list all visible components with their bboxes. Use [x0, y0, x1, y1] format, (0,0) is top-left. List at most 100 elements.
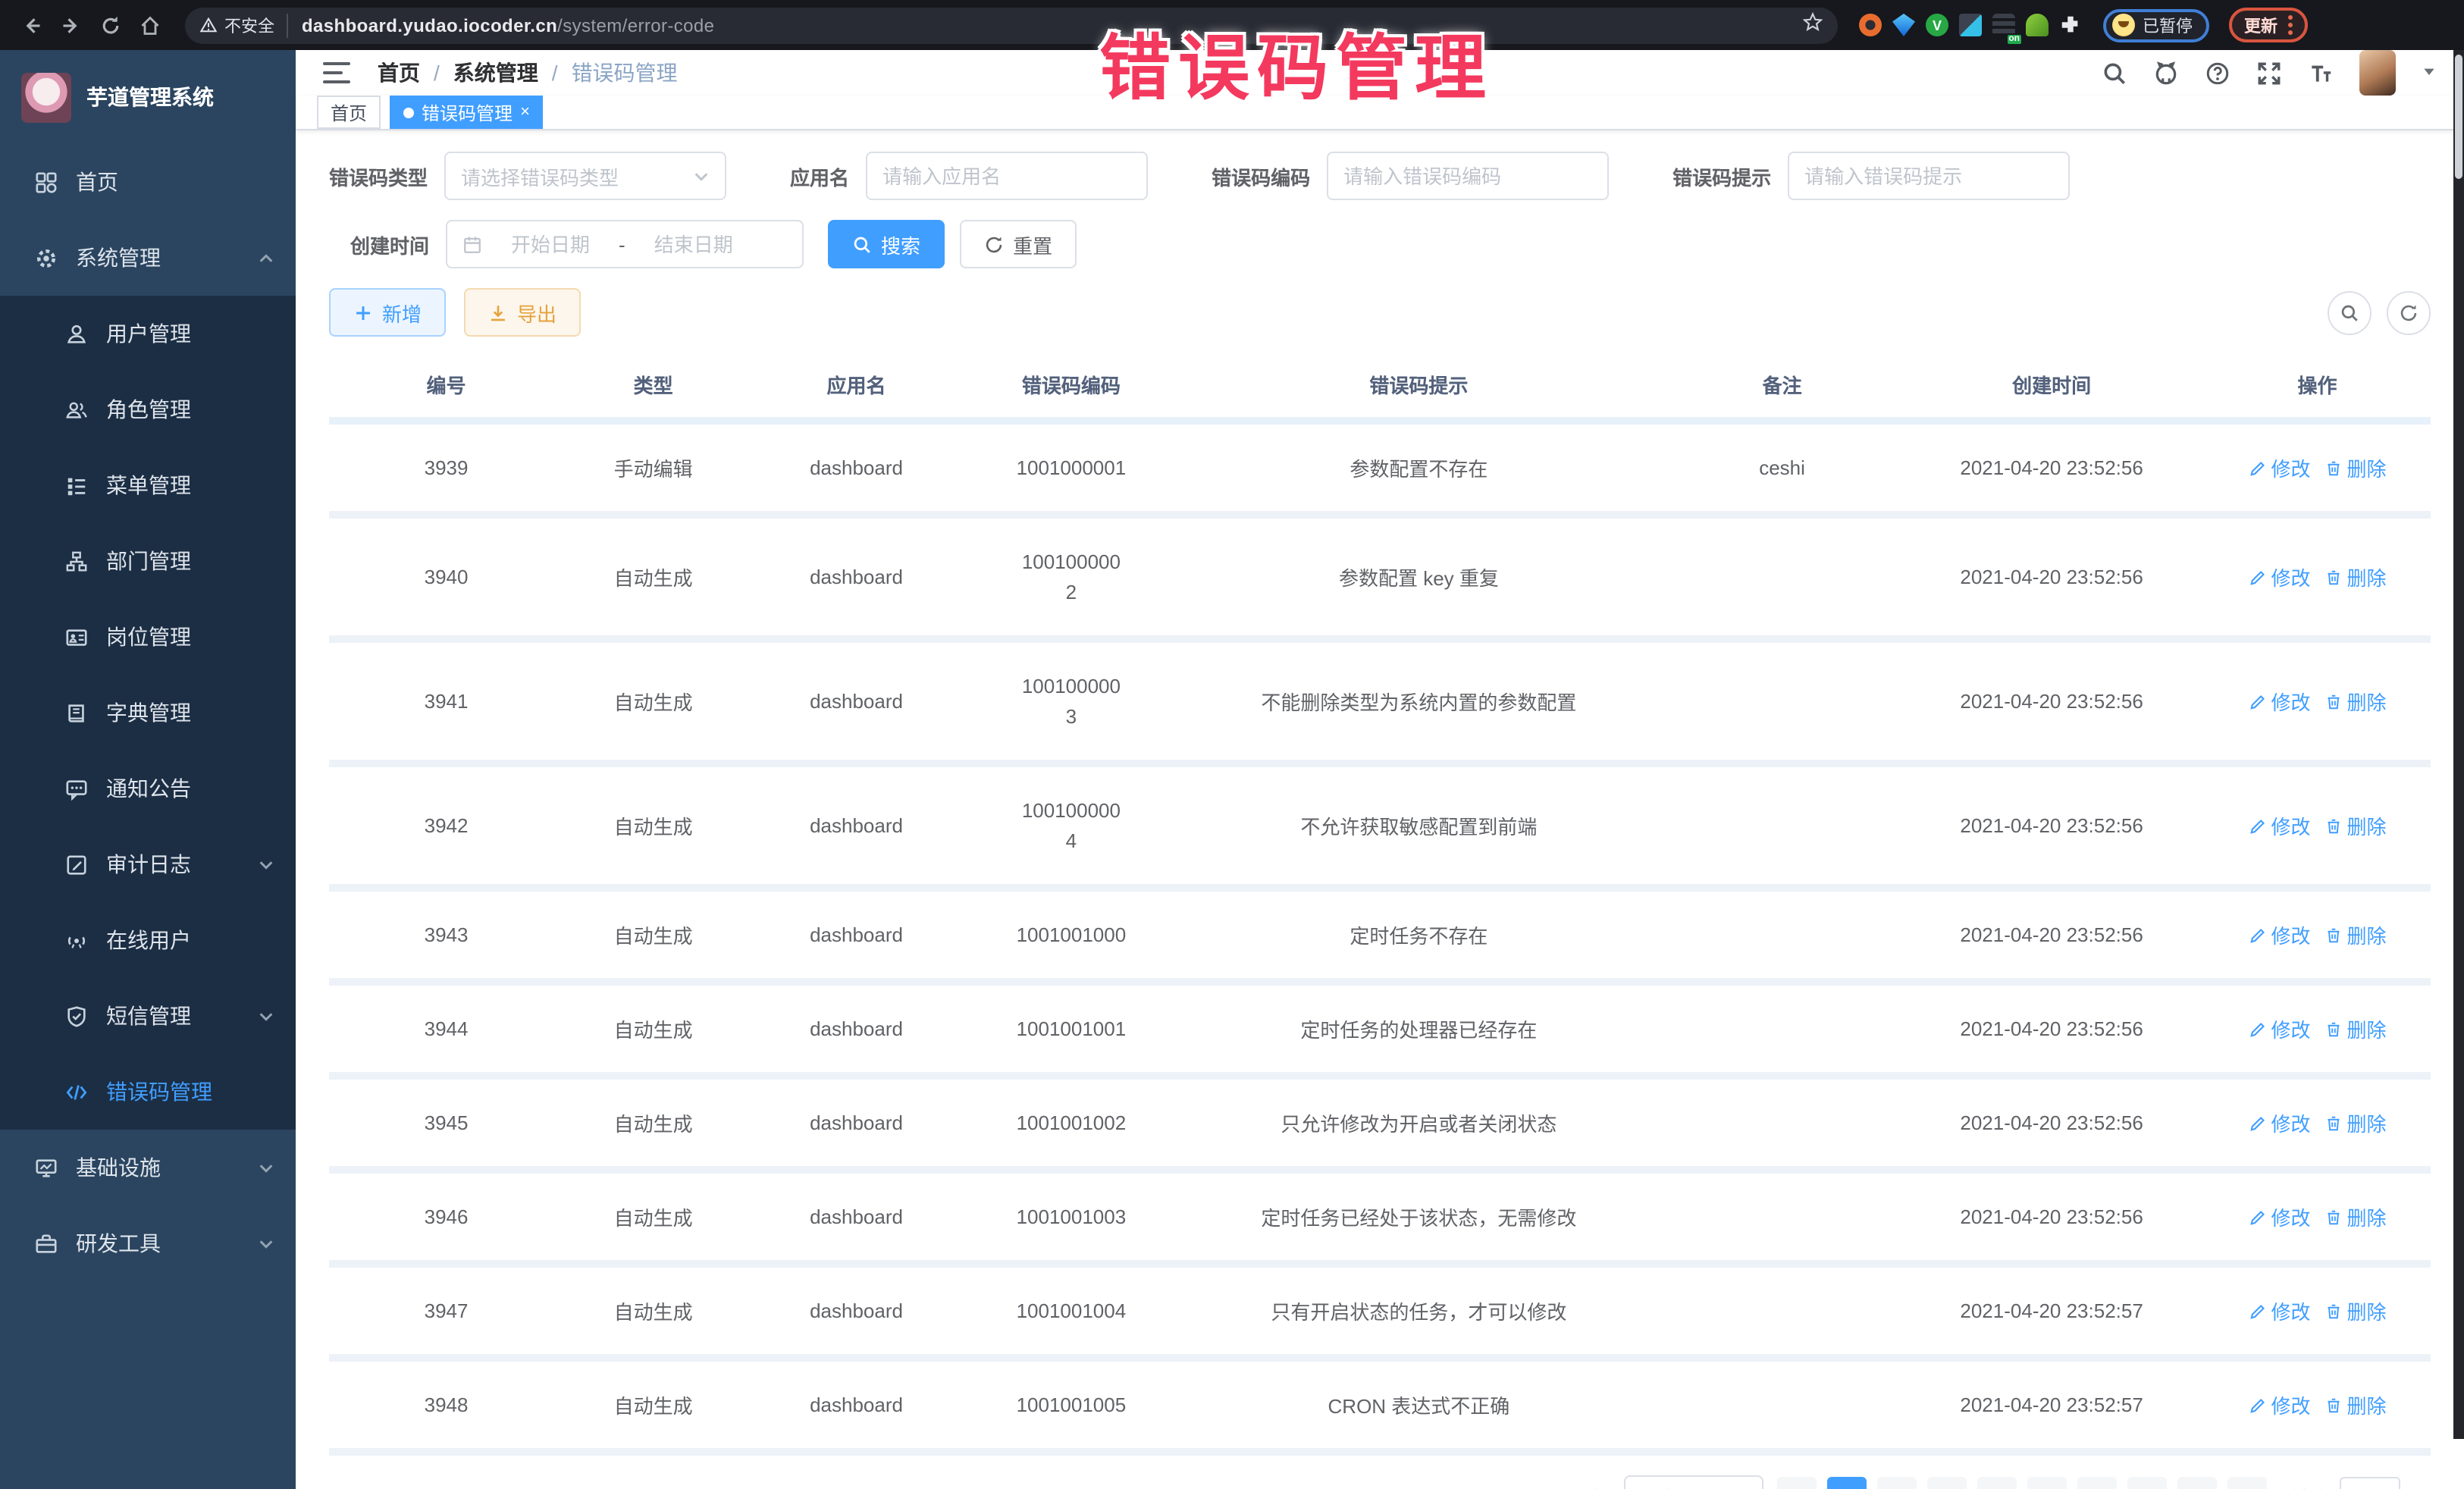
export-button[interactable]: 导出 [464, 288, 581, 337]
table-row: 3947 自动生成 dashboard 1001001004 只有开启状态的任务… [329, 1264, 2431, 1358]
edit-link[interactable]: 修改 [2248, 1014, 2310, 1043]
delete-link[interactable]: 删除 [2324, 687, 2387, 716]
pencil-icon [2248, 692, 2266, 710]
sidebar-item-roles[interactable]: 角色管理 [0, 371, 296, 447]
sidebar-item-sms[interactable]: 短信管理 [0, 978, 296, 1054]
edit-link[interactable]: 修改 [2248, 563, 2310, 591]
delete-link[interactable]: 删除 [2324, 1202, 2387, 1231]
extension-icon-blue-gem[interactable] [1892, 14, 1915, 36]
page-button-5[interactable]: 5 [2027, 1477, 2067, 1489]
page-unit-label: 页 [2411, 1482, 2431, 1489]
extension-icon-grid[interactable] [1959, 14, 1982, 36]
page-button-1[interactable]: 1 [1827, 1477, 1867, 1489]
extension-icon-list[interactable]: on [1992, 14, 2015, 36]
hamburger-icon[interactable] [323, 62, 350, 83]
browser-menu-icon[interactable] [2288, 15, 2293, 35]
help-icon[interactable] [2205, 60, 2230, 86]
delete-link[interactable]: 删除 [2324, 563, 2387, 591]
page-button-8[interactable]: 8 [2177, 1477, 2217, 1489]
address-bar[interactable]: 不安全 dashboard.yudao.iocoder.cn/system/er… [185, 7, 1838, 43]
add-button[interactable]: 新增 [329, 288, 446, 337]
end-date-input[interactable] [635, 233, 753, 255]
refresh-table-button[interactable] [2387, 290, 2431, 334]
extension-icon-key[interactable] [2026, 14, 2049, 36]
browser-reload-icon[interactable] [94, 8, 127, 42]
user-avatar[interactable] [2359, 50, 2396, 96]
sidebar-item-depts[interactable]: 部门管理 [0, 523, 296, 599]
edit-link[interactable]: 修改 [2248, 1296, 2310, 1325]
sidebar-item-posts[interactable]: 岗位管理 [0, 599, 296, 675]
sidebar-item-home[interactable]: 首页 [0, 144, 296, 220]
edit-link[interactable]: 修改 [2248, 920, 2310, 949]
search-button[interactable]: 搜索 [828, 220, 945, 268]
page-button-2[interactable]: 2 [1877, 1477, 1917, 1489]
breadcrumb-home[interactable]: 首页 [378, 58, 420, 88]
edit-link[interactable]: 修改 [2248, 1108, 2310, 1137]
edit-link[interactable]: 修改 [2248, 1202, 2310, 1231]
tag-error-code[interactable]: 错误码管理 × [390, 96, 544, 129]
breadcrumb-system[interactable]: 系统管理 [453, 58, 538, 88]
error-msg-input[interactable] [1804, 165, 2053, 187]
delete-link[interactable]: 删除 [2324, 920, 2387, 949]
goto-page-input[interactable] [2340, 1477, 2400, 1489]
delete-link[interactable]: 删除 [2324, 453, 2387, 482]
trash-icon [2324, 568, 2343, 586]
sidebar-item-online-users[interactable]: 在线用户 [0, 902, 296, 978]
error-code-input[interactable] [1343, 165, 1592, 187]
sidebar-item-error-code[interactable]: 错误码管理 [0, 1054, 296, 1130]
edit-link[interactable]: 修改 [2248, 687, 2310, 716]
font-size-icon[interactable] [2308, 60, 2334, 86]
sidebar-item-dict[interactable]: 字典管理 [0, 675, 296, 751]
security-chip[interactable]: 不安全 [200, 13, 288, 37]
error-type-select[interactable]: 请选择错误码类型 [444, 152, 726, 200]
date-range-picker[interactable]: - [446, 220, 804, 268]
code-icon [65, 1080, 88, 1103]
sidebar-item-menus[interactable]: 菜单管理 [0, 447, 296, 523]
error-msg-label: 错误码提示 [1672, 161, 1771, 190]
edit-link[interactable]: 修改 [2248, 811, 2310, 840]
delete-link[interactable]: 删除 [2324, 1014, 2387, 1043]
profile-paused-badge[interactable]: 已暂停 [2103, 8, 2209, 42]
more-pages-button[interactable]: ··· [2127, 1477, 2167, 1489]
extension-icon-orange[interactable] [1859, 14, 1882, 36]
avatar-caret-down-icon[interactable] [2422, 59, 2437, 86]
browser-back-icon[interactable] [15, 8, 49, 42]
delete-link[interactable]: 删除 [2324, 1390, 2387, 1419]
page-button-3[interactable]: 3 [1927, 1477, 1967, 1489]
browser-forward-icon[interactable] [55, 8, 88, 42]
github-icon[interactable] [2153, 60, 2179, 86]
page-size-select[interactable]: 10条/页 [1624, 1475, 1763, 1489]
start-date-input[interactable] [491, 233, 610, 255]
delete-link[interactable]: 删除 [2324, 1296, 2387, 1325]
chevron-down-icon [258, 1008, 274, 1024]
sidebar-item-dev-tools[interactable]: 研发工具 [0, 1205, 296, 1281]
delete-link[interactable]: 删除 [2324, 1108, 2387, 1137]
scrollbar-thumb[interactable] [2455, 55, 2462, 179]
toggle-search-button[interactable] [2328, 290, 2372, 334]
extensions-puzzle-icon[interactable] [2059, 14, 2082, 36]
page-button-6[interactable]: 6 [2077, 1477, 2117, 1489]
browser-update-button[interactable]: 更新 [2229, 8, 2308, 42]
edit-link[interactable]: 修改 [2248, 1390, 2310, 1419]
tag-close-icon[interactable]: × [520, 104, 530, 121]
next-page-button[interactable] [2227, 1477, 2267, 1489]
sidebar-item-audit-log[interactable]: 审计日志 [0, 826, 296, 902]
prev-page-button[interactable] [1777, 1477, 1817, 1489]
fullscreen-icon[interactable] [2256, 60, 2282, 86]
delete-link[interactable]: 删除 [2324, 811, 2387, 840]
sidebar-item-users[interactable]: 用户管理 [0, 296, 296, 371]
bookmark-star-icon[interactable] [1803, 11, 1823, 39]
edit-link[interactable]: 修改 [2248, 453, 2310, 482]
extension-icon-green-v[interactable]: V [1926, 14, 1948, 36]
header-search-icon[interactable] [2102, 60, 2127, 86]
browser-home-icon[interactable] [133, 8, 167, 42]
app-name-input[interactable] [882, 165, 1131, 187]
reset-button[interactable]: 重置 [960, 220, 1077, 268]
window-scrollbar[interactable] [2453, 50, 2464, 1439]
page-button-4[interactable]: 4 [1977, 1477, 2017, 1489]
sidebar-item-system[interactable]: 系统管理 [0, 220, 296, 296]
sidebar-item-notice[interactable]: 通知公告 [0, 751, 296, 826]
tag-home[interactable]: 首页 [317, 96, 381, 129]
app-logo[interactable]: 芋道管理系统 [0, 50, 296, 144]
sidebar-item-infrastructure[interactable]: 基础设施 [0, 1130, 296, 1205]
